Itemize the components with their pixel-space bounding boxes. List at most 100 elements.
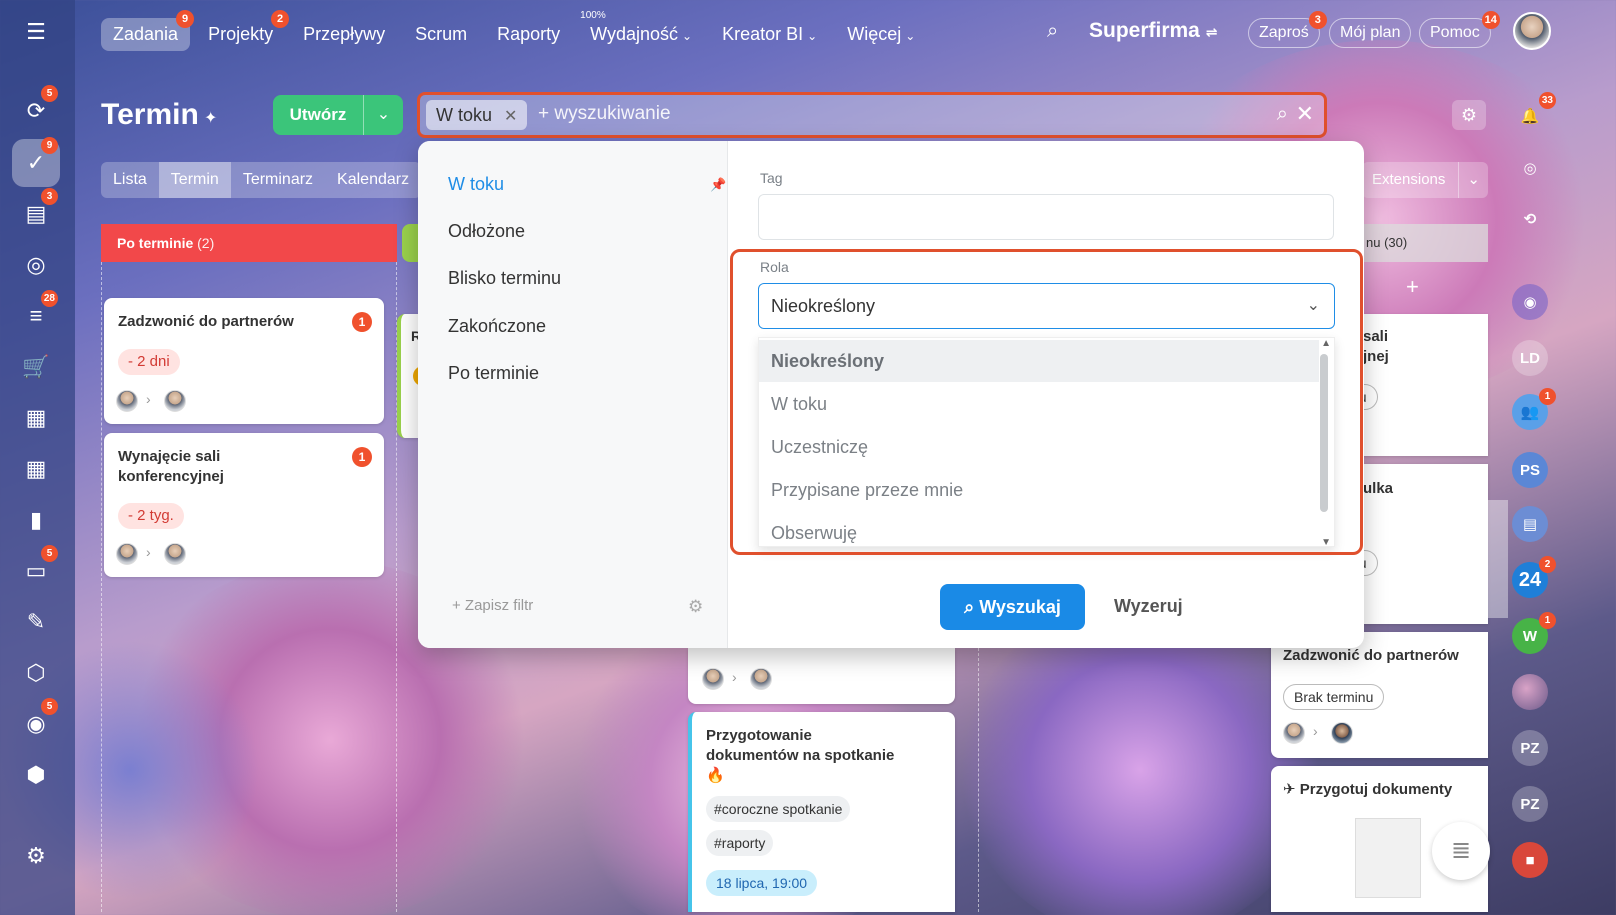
invite-label: Zaproś [1259, 24, 1309, 41]
nav-scrum[interactable]: Scrum [403, 18, 479, 51]
settings-gear-icon[interactable]: ⚙ [12, 832, 60, 880]
my-plan-button[interactable]: Mój plan [1329, 18, 1412, 48]
nav-reports[interactable]: Raporty [485, 18, 572, 51]
fire-icon: 🔥 [706, 767, 725, 784]
tag-chip[interactable]: #raporty [706, 830, 774, 856]
nav-flows[interactable]: Przepływy [291, 18, 397, 51]
deadline-chip[interactable]: 18 lipca, 19:00 [706, 870, 818, 896]
user-initials-avatar[interactable]: PZ [1512, 730, 1548, 766]
creator-avatar[interactable] [1283, 722, 1305, 744]
store-icon[interactable]: ▦ [12, 394, 60, 442]
nav-tasks[interactable]: Zadania 9 [101, 9, 195, 51]
company-name[interactable]: Superfirma ⇌ [1089, 19, 1217, 43]
responsible-avatar[interactable] [164, 390, 186, 412]
creator-avatar[interactable] [116, 390, 138, 412]
nav-reports-label: Raporty [497, 23, 561, 44]
target-icon[interactable]: ◎ [12, 241, 60, 289]
pin-icon[interactable]: 📌 [710, 177, 726, 193]
funnel-icon[interactable]: ≡ 28 [12, 290, 60, 340]
user-initials-avatar[interactable]: W1 [1512, 612, 1556, 654]
settings-gear-icon[interactable]: ⚙ [1452, 100, 1486, 130]
task-card[interactable]: Zadzwonić do partnerów Brak terminu › [1271, 632, 1488, 758]
funnel-badge: 28 [40, 290, 58, 307]
task-card[interactable]: Wynajęcie sali konferencyjnej 1 - 2 tyg.… [104, 433, 384, 577]
responsible-avatar[interactable] [750, 668, 772, 690]
radar-icon[interactable]: ◎ [1512, 150, 1548, 186]
nav-more[interactable]: Więcej ⌄ [835, 18, 927, 51]
chevron-down-icon[interactable]: ⌄ [363, 95, 403, 135]
nav-efficiency-label: Wydajność [590, 23, 679, 44]
search-icon[interactable]: ⌕ [1047, 20, 1058, 43]
settings-gear-icon[interactable]: ⚙ [688, 597, 703, 617]
bell-icon[interactable]: 🔔 33 [1512, 92, 1556, 134]
close-icon[interactable]: ✕ [504, 108, 517, 125]
add-icon[interactable]: + [1406, 274, 1419, 300]
preset-overdue[interactable]: Po terminie [448, 363, 539, 384]
tab-list[interactable]: Lista [101, 162, 159, 198]
tab-deadline[interactable]: Termin [158, 162, 231, 198]
task-card[interactable]: Zadzwonić do partnerów 1 - 2 dni › [104, 298, 384, 424]
preset-completed[interactable]: Zakończone [448, 316, 546, 337]
tasks-icon[interactable]: ✓ 9 [12, 137, 60, 187]
chat-list-icon[interactable]: ≣ [1432, 822, 1490, 880]
search-icon[interactable]: ⌕ [1277, 103, 1288, 126]
flower-avatar[interactable] [1512, 674, 1548, 710]
video-call-icon[interactable]: ■ [1512, 842, 1548, 878]
no-deadline-chip[interactable]: Brak terminu [1283, 684, 1385, 710]
document-icon[interactable]: ▭ 5 [12, 545, 60, 595]
menu-hamburger-icon[interactable]: ☰ [12, 8, 60, 56]
arrow-right-icon: › [732, 669, 737, 685]
scroll-right-button[interactable]: › [1428, 500, 1508, 618]
user-initials-avatar[interactable]: PS [1512, 452, 1548, 488]
help-button[interactable]: Pomoc 14 [1419, 11, 1500, 48]
hexagon-icon[interactable]: ⬡ [12, 649, 60, 697]
filter-search-bar[interactable]: W toku ✕ + wyszukiwanie ⌕ ✕ [417, 92, 1327, 138]
sign-icon[interactable]: ✎ [12, 598, 60, 646]
task-card[interactable]: › [688, 648, 955, 704]
chart-icon[interactable]: ▮ [12, 496, 60, 544]
robot-icon[interactable]: ◉ 5 [12, 698, 60, 748]
tag-input[interactable] [758, 194, 1334, 240]
user-initials-avatar[interactable]: LD [1512, 340, 1548, 376]
box-icon[interactable]: ⬢ [12, 751, 60, 799]
preset-near-deadline[interactable]: Blisko terminu [448, 268, 561, 289]
due-chip: - 2 tyg. [118, 503, 184, 529]
save-filter-button[interactable]: + Zapisz filtr [452, 597, 533, 614]
responsible-avatar[interactable] [1331, 722, 1353, 744]
search-button[interactable]: ⌕ Wyszukaj [940, 584, 1085, 630]
preset-deferred[interactable]: Odłożone [448, 221, 525, 242]
create-button[interactable]: Utwórz ⌄ [273, 95, 403, 135]
user-initials-avatar[interactable]: PZ [1512, 786, 1548, 822]
pin-icon[interactable]: ✦ [204, 108, 217, 128]
copilot-icon[interactable]: ◉ [1512, 284, 1548, 320]
feed-icon[interactable]: ⟳ 5 [12, 85, 60, 135]
tag-chip[interactable]: #coroczne spotkanie [706, 796, 851, 822]
clear-icon[interactable]: ✕ [1296, 101, 1314, 127]
tab-planner[interactable]: Terminarz [231, 162, 325, 198]
creator-avatar[interactable] [116, 543, 138, 565]
due-chip: - 2 dni [118, 349, 180, 375]
extensions-button[interactable]: Extensions ⌄ [1362, 162, 1488, 198]
active-filter-chip[interactable]: W toku ✕ [426, 100, 528, 130]
task-card[interactable]: Przygotowanie dokumentów na spotkanie 🔥 … [688, 712, 955, 912]
reset-button[interactable]: Wyzeruj [1114, 596, 1183, 617]
chat-refresh-icon[interactable]: ⟲ [1512, 201, 1548, 237]
group-chat-avatar[interactable]: 👥 1 [1512, 388, 1556, 430]
creator-avatar[interactable] [702, 668, 724, 690]
bitrix24-avatar[interactable]: 24 2 [1512, 556, 1556, 598]
search-input[interactable]: + wyszukiwanie [538, 103, 671, 125]
preset-in-progress[interactable]: W toku [448, 174, 504, 195]
tab-calendar[interactable]: Kalendarz [325, 162, 421, 198]
calendar-icon[interactable]: ▦ [12, 445, 60, 493]
cart-icon[interactable]: 🛒 [12, 343, 60, 391]
responsible-avatar[interactable] [164, 543, 186, 565]
document-thumbnail[interactable] [1355, 818, 1421, 898]
chat-icon[interactable]: ▤ [1512, 506, 1548, 542]
nav-projects[interactable]: Projekty 2 [196, 9, 290, 51]
nav-bi-builder[interactable]: Kreator BI ⌄ [710, 18, 829, 51]
invite-button[interactable]: Zaproś 3 [1248, 11, 1327, 48]
nav-efficiency[interactable]: 100% Wydajność ⌄ [578, 10, 704, 51]
card-title: Wynajęcie sali konferencyjnej [118, 448, 224, 485]
user-avatar[interactable] [1513, 12, 1551, 50]
messenger-icon[interactable]: ▤ 3 [12, 188, 60, 238]
